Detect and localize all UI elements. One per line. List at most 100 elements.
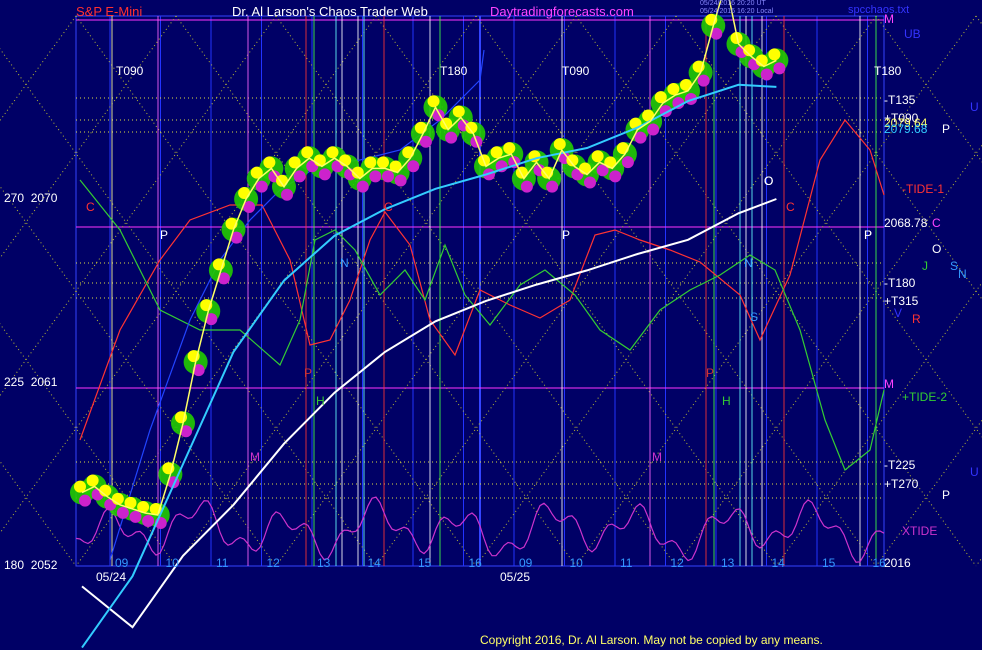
- right-level-label: M: [884, 377, 894, 391]
- price-blob-magenta: [142, 514, 155, 527]
- right-level-label: -T180: [884, 276, 916, 290]
- price-blob-magenta: [520, 180, 533, 193]
- timestamp-ut: 05/24/2016 20:20 UT: [700, 0, 766, 7]
- right-level-label: R: [912, 312, 921, 326]
- right-level-label: -TIDE-1: [902, 182, 944, 196]
- price-blob-magenta: [281, 188, 293, 201]
- chart-annotation: P: [864, 228, 873, 242]
- right-level-label: -T135: [884, 93, 916, 107]
- price-blob-magenta: [584, 176, 596, 189]
- right-level-label: -T225: [884, 458, 916, 472]
- chart-annotation: C: [786, 200, 795, 214]
- right-level-label: U: [970, 100, 979, 114]
- chart-title: S&P E-Mini: [76, 4, 143, 19]
- price-blob-yellow: [591, 150, 604, 163]
- price-blob-magenta: [382, 170, 394, 183]
- price-blob-magenta: [760, 68, 773, 81]
- price-blob-magenta: [356, 180, 369, 193]
- price-blob-yellow: [326, 146, 339, 159]
- x-tick-label: 14: [367, 556, 381, 570]
- price-blob-magenta: [255, 180, 268, 193]
- price-blob-yellow: [553, 138, 566, 151]
- price-blob-yellow: [263, 156, 276, 169]
- right-level-label: J: [922, 259, 928, 273]
- chart-annotation: H: [722, 394, 731, 408]
- chart-annotation: P: [160, 228, 169, 242]
- data-file-name: spcchaos.txt: [848, 4, 910, 16]
- right-level-label: P: [942, 488, 951, 502]
- x-tick-label: 09: [115, 556, 129, 570]
- diagonal-line: [975, 556, 982, 567]
- price-blob-magenta: [621, 156, 634, 169]
- price-blob-yellow: [490, 146, 503, 159]
- price-blob-yellow: [377, 156, 389, 169]
- chart-annotation: N: [744, 256, 753, 270]
- diagonal-line: [775, 281, 982, 567]
- date-label-0525: 05/25: [500, 570, 531, 584]
- x-tick-label: 11: [620, 556, 633, 570]
- right-level-label: N: [958, 267, 967, 281]
- price-blob-magenta: [697, 74, 710, 87]
- price-blob-yellow: [452, 105, 465, 118]
- price-blob-magenta: [609, 170, 622, 183]
- price-blob-yellow: [301, 146, 314, 159]
- price-blob-magenta: [445, 131, 458, 144]
- right-level-label: M: [884, 12, 894, 26]
- diagonal-line: [0, 15, 77, 122]
- price-blob-magenta: [129, 510, 142, 523]
- chart-annotation: H: [316, 394, 325, 408]
- price-blob-yellow: [402, 146, 415, 159]
- price-blob-magenta: [116, 506, 129, 519]
- right-level-label: O: [932, 242, 942, 256]
- x-tick-label: 10: [165, 556, 179, 570]
- x-tick-label: 16: [468, 556, 482, 570]
- price-blob-yellow: [768, 48, 781, 61]
- copyright-notice: Copyright 2016, Dr. Al Larson. May not b…: [480, 633, 823, 647]
- price-blob-yellow: [616, 142, 629, 155]
- brand-title: Dr. Al Larson's Chaos Trader Web: [232, 4, 428, 19]
- price-blob-yellow: [503, 142, 516, 155]
- site-link[interactable]: Daytradingforecasts.com: [490, 4, 634, 19]
- chart-annotation: O: [764, 174, 774, 188]
- chart-annotation: C: [86, 200, 95, 214]
- right-level-label: XTIDE: [902, 524, 938, 538]
- price-blob-magenta: [647, 123, 660, 136]
- x-tick-label: 13: [317, 556, 331, 570]
- right-level-label: T180: [874, 64, 902, 78]
- right-level-label: UB: [904, 27, 921, 41]
- x-tick-label: 15: [822, 556, 836, 570]
- chart-annotation: S: [750, 310, 759, 324]
- chart-annotation: T090: [562, 64, 590, 78]
- diagonal-line: [0, 185, 277, 567]
- price-blob-magenta: [369, 170, 382, 183]
- chaos-chart: [0, 0, 982, 649]
- x-tick-label: 13: [721, 556, 735, 570]
- chart-stage: S&P E-Mini Dr. Al Larson's Chaos Trader …: [0, 0, 982, 650]
- right-level-label: S: [950, 259, 959, 273]
- diagonal-line: [0, 15, 277, 397]
- price-blob-yellow: [364, 156, 377, 169]
- y-label-270: 270 2070: [4, 191, 58, 205]
- right-level-label: C: [932, 216, 941, 230]
- y-label-180: 180 2052: [4, 558, 58, 572]
- chart-annotation: C: [384, 200, 393, 214]
- price-blob-yellow: [667, 83, 680, 96]
- diagonal-line: [775, 15, 982, 301]
- chart-annotation: P: [706, 366, 715, 380]
- chart-annotation: P: [304, 366, 313, 380]
- x-tick-label: 15: [418, 556, 432, 570]
- price-blob-yellow: [680, 78, 692, 91]
- chart-annotation: M: [652, 450, 662, 464]
- x-tick-label: 11: [216, 556, 229, 570]
- x-tick-label: 09: [519, 556, 533, 570]
- price-blob-magenta: [407, 160, 420, 173]
- right-level-label: +TIDE-2: [902, 390, 948, 404]
- right-level-label: 2016: [884, 556, 911, 570]
- x-tick-label: 12: [266, 556, 280, 570]
- diagonal-line: [0, 460, 77, 567]
- x-tick-label: 12: [670, 556, 684, 570]
- price-blob-magenta: [546, 180, 559, 193]
- x-tick-label: 10: [569, 556, 583, 570]
- price-blob-magenta: [394, 174, 407, 187]
- chart-annotation: M: [250, 450, 260, 464]
